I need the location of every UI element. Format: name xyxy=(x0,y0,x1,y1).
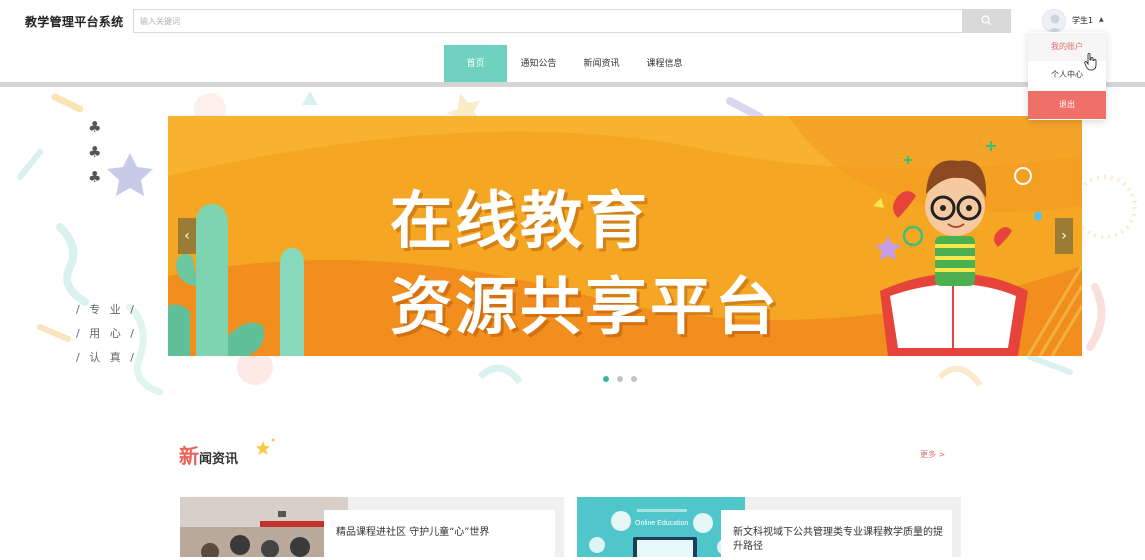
tab-news-label: 新闻资讯 xyxy=(583,59,620,69)
user-name[interactable]: 学生1 xyxy=(1072,15,1093,26)
news-item-title[interactable]: 新文科视域下公共管理类专业课程教学质量的提升路径 xyxy=(721,510,952,560)
search-button[interactable] xyxy=(962,9,1011,33)
avatar[interactable] xyxy=(1042,9,1066,33)
carousel-dot-3[interactable] xyxy=(631,376,637,382)
banner-carousel[interactable]: 在线教育 资源共享平台 xyxy=(168,116,1082,356)
news-item-title[interactable]: 精品课程进社区 守护儿童“心”世界 xyxy=(324,510,555,560)
news-title-rest: 闻资讯 xyxy=(199,452,239,467)
online-education-thumbnail xyxy=(577,497,745,557)
banner-headline-2: 资源共享平台 xyxy=(390,270,781,343)
carousel-next-button[interactable]: › xyxy=(1055,218,1073,254)
club-icon: ♣ xyxy=(88,143,102,161)
user-avatar-icon xyxy=(1047,14,1063,32)
hand-cursor-icon xyxy=(1084,53,1097,71)
clubs-decoration: ♣ ♣ ♣ xyxy=(88,115,101,190)
header: 教学管理平台系统 学生1 ▲ xyxy=(0,0,1145,44)
tab-home[interactable]: 首页 xyxy=(444,45,507,87)
tab-notices[interactable]: 通知公告 xyxy=(507,45,570,87)
app-title: 教学管理平台系统 xyxy=(25,15,124,29)
carousel-dot-1[interactable] xyxy=(603,376,609,382)
club-icon: ♣ xyxy=(88,168,102,186)
classroom-photo-thumbnail xyxy=(180,497,348,557)
carousel-indicators xyxy=(603,367,645,386)
search-input[interactable] xyxy=(133,9,963,33)
slogan: / 专 业 / / 用 心 / / 认 真 / xyxy=(76,298,137,370)
news-more-link[interactable]: 更多 > xyxy=(920,449,945,460)
search-icon xyxy=(981,15,992,26)
menu-item-logout[interactable]: 退出 xyxy=(1028,91,1106,119)
tab-home-label: 首页 xyxy=(466,59,485,69)
tab-news[interactable]: 新闻资讯 xyxy=(570,45,633,87)
tab-courses[interactable]: 课程信息 xyxy=(633,45,696,87)
slogan-line: / 认 真 / xyxy=(76,351,137,364)
caret-up-icon[interactable]: ▲ xyxy=(1099,16,1104,23)
club-icon: ♣ xyxy=(88,118,102,136)
star-sparkle-icon xyxy=(256,438,275,455)
slogan-line: / 用 心 / xyxy=(76,327,137,340)
news-title-first-char: 新 xyxy=(179,444,199,468)
carousel-dot-2[interactable] xyxy=(617,376,623,382)
tab-notices-label: 通知公告 xyxy=(520,59,557,69)
online-education-caption: Online Education xyxy=(635,520,689,527)
banner-headline-1: 在线教育 xyxy=(390,184,651,257)
news-section-title: 新闻资讯 xyxy=(179,440,238,469)
news-card[interactable]: 精品课程进社区 守护儿童“心”世界 xyxy=(180,497,564,560)
carousel-prev-button[interactable]: ‹ xyxy=(178,218,196,254)
news-card[interactable]: Online Education 新文科视域下公共管理类专业课程教学质量的提升路… xyxy=(577,497,961,560)
tab-courses-label: 课程信息 xyxy=(646,59,683,69)
user-dropdown-menu: 我的账户 个人中心 退出 xyxy=(1028,32,1106,120)
slogan-line: / 专 业 / xyxy=(76,303,137,316)
